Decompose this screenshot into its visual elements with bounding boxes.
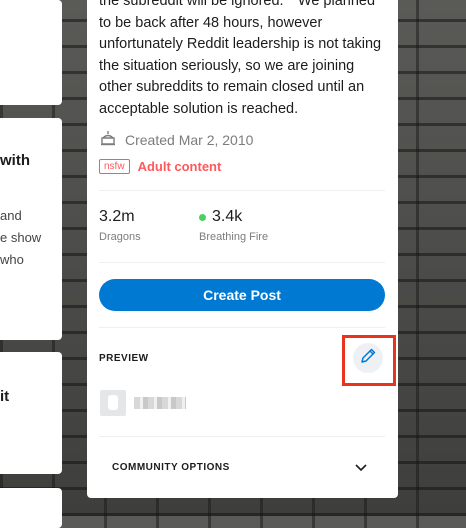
post-text-line: and: [0, 208, 22, 223]
divider: [99, 436, 385, 437]
post-card-1-text: and e show who: [0, 200, 62, 280]
post-title-fragment: with: [0, 152, 30, 169]
post-card-4[interactable]: [0, 488, 62, 528]
nsfw-tag: nsfw: [99, 159, 130, 174]
divider: [99, 262, 385, 263]
adult-content-label: Adult content: [137, 159, 222, 174]
avatar: [100, 390, 126, 416]
post-card-top[interactable]: [0, 0, 62, 105]
community-sidebar: the subreddit will be ignored."" We plan…: [87, 0, 398, 498]
nsfw-row: nsfw Adult content: [99, 159, 221, 174]
online-count: 3.4k: [212, 208, 243, 225]
post-text-line: who: [0, 252, 24, 267]
post-text-line: e show: [0, 230, 42, 245]
created-date: Created Mar 2, 2010: [125, 131, 254, 148]
preview-label: PREVIEW: [99, 353, 149, 364]
members-stat: 3.2m Dragons: [99, 208, 141, 243]
online-label: Breathing Fire: [199, 231, 269, 243]
members-count: 3.2m: [99, 208, 135, 225]
community-options-label[interactable]: COMMUNITY OPTIONS: [112, 462, 230, 473]
divider: [99, 327, 385, 328]
online-stat: 3.4k Breathing Fire: [199, 208, 268, 243]
chevron-down-icon[interactable]: [353, 459, 369, 480]
community-description: the subreddit will be ignored."" We plan…: [99, 0, 382, 117]
redacted-username: [134, 397, 186, 409]
members-label: Dragons: [99, 231, 141, 243]
divider: [99, 190, 385, 191]
create-post-button[interactable]: Create Post: [99, 279, 385, 311]
post-card-3[interactable]: it: [0, 352, 62, 474]
post-title-fragment: it: [0, 388, 10, 405]
online-dot-icon: [199, 213, 206, 221]
cake-icon: [99, 129, 117, 150]
created-row: Created Mar 2, 2010: [99, 129, 253, 150]
highlight-box: [342, 335, 396, 386]
